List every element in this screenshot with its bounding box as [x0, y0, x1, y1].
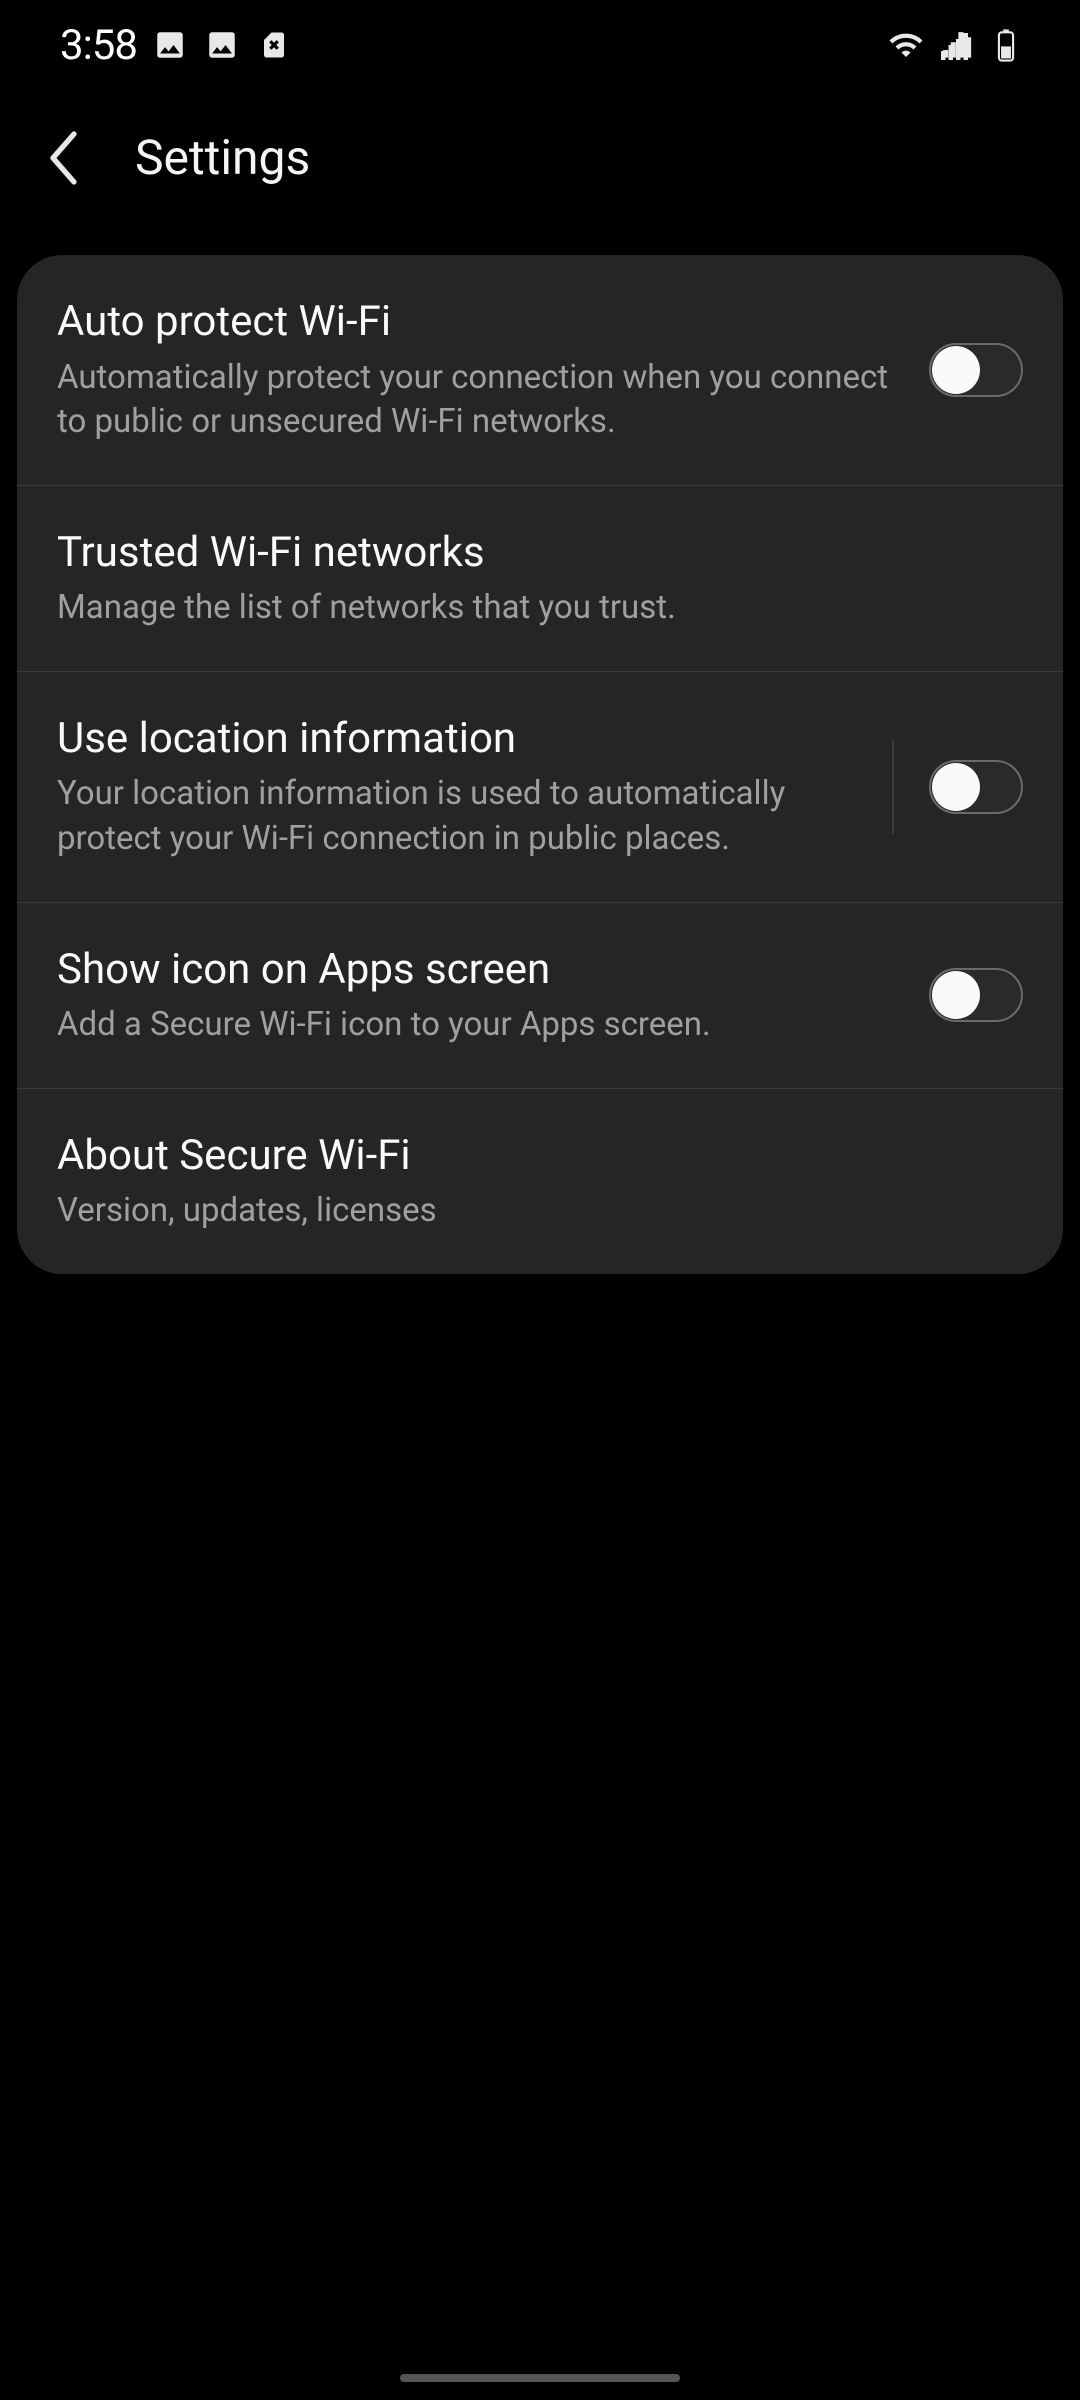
setting-auto-protect-wifi[interactable]: Auto protect Wi-Fi Automatically protect…	[17, 255, 1063, 486]
setting-text: Auto protect Wi-Fi Automatically protect…	[57, 295, 929, 445]
status-time: 3:58	[60, 21, 137, 70]
setting-show-icon-on-apps-screen[interactable]: Show icon on Apps screen Add a Secure Wi…	[17, 903, 1063, 1089]
show-icon-toggle[interactable]	[929, 968, 1023, 1022]
toggle-container	[929, 968, 1023, 1022]
auto-protect-wifi-toggle[interactable]	[929, 343, 1023, 397]
picture-icon	[151, 26, 189, 64]
setting-subtitle: Manage the list of networks that you tru…	[57, 586, 993, 631]
setting-subtitle: Automatically protect your connection wh…	[57, 356, 899, 445]
toggle-container	[929, 343, 1023, 397]
setting-title: About Secure Wi-Fi	[57, 1129, 993, 1184]
signal-icon	[937, 26, 975, 64]
chevron-left-icon	[47, 128, 83, 188]
content-area: Auto protect Wi-Fi Automatically protect…	[0, 225, 1080, 1274]
sim-error-icon	[255, 26, 293, 64]
toggle-knob	[932, 346, 980, 394]
settings-card: Auto protect Wi-Fi Automatically protect…	[17, 255, 1063, 1274]
page-title: Settings	[135, 129, 310, 186]
status-right	[887, 26, 1025, 64]
setting-text: Show icon on Apps screen Add a Secure Wi…	[57, 943, 929, 1048]
setting-about-secure-wifi[interactable]: About Secure Wi-Fi Version, updates, lic…	[17, 1089, 1063, 1274]
gesture-bar[interactable]	[400, 2374, 680, 2382]
status-bar: 3:58	[0, 0, 1080, 90]
setting-subtitle: Version, updates, licenses	[57, 1189, 993, 1234]
picture-icon	[203, 26, 241, 64]
use-location-toggle[interactable]	[929, 760, 1023, 814]
setting-trusted-wifi-networks[interactable]: Trusted Wi-Fi networks Manage the list o…	[17, 486, 1063, 672]
back-button[interactable]	[40, 133, 90, 183]
status-left: 3:58	[60, 21, 293, 70]
toggle-knob	[932, 763, 980, 811]
setting-text: Use location information Your location i…	[57, 712, 892, 862]
battery-icon	[987, 26, 1025, 64]
setting-title: Use location information	[57, 712, 862, 767]
wifi-icon	[887, 26, 925, 64]
setting-text: About Secure Wi-Fi Version, updates, lic…	[57, 1129, 1023, 1234]
setting-text: Trusted Wi-Fi networks Manage the list o…	[57, 526, 1023, 631]
setting-subtitle: Add a Secure Wi-Fi icon to your Apps scr…	[57, 1003, 899, 1048]
setting-subtitle: Your location information is used to aut…	[57, 772, 862, 861]
setting-use-location-information[interactable]: Use location information Your location i…	[17, 672, 1063, 903]
toggle-container	[892, 739, 1023, 834]
app-bar: Settings	[0, 90, 1080, 225]
setting-title: Show icon on Apps screen	[57, 943, 899, 998]
setting-title: Auto protect Wi-Fi	[57, 295, 899, 350]
setting-title: Trusted Wi-Fi networks	[57, 526, 993, 581]
toggle-knob	[932, 971, 980, 1019]
toggle-divider	[892, 739, 894, 834]
